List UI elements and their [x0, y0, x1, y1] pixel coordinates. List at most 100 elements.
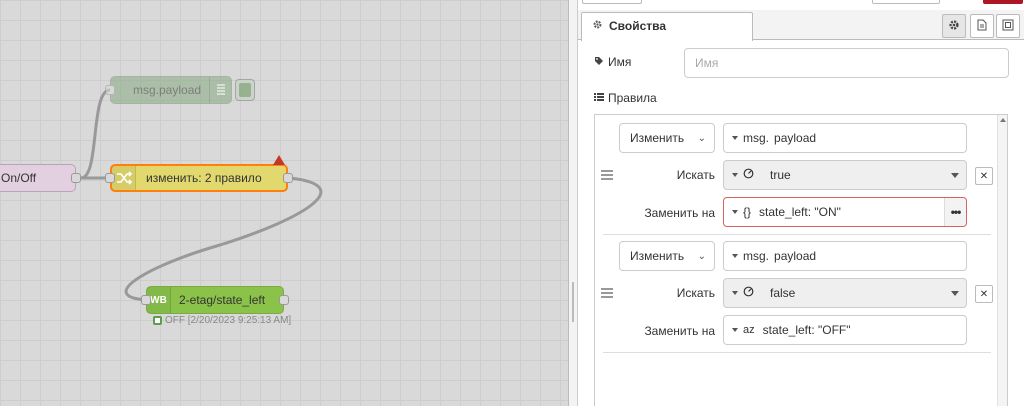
- delete-rule-button[interactable]: ✕: [975, 285, 993, 303]
- replace-label: Заменить на: [644, 324, 715, 338]
- wb-output-port[interactable]: [279, 295, 289, 305]
- splitter-grip[interactable]: [572, 282, 574, 322]
- debug-node-label: msg.payload: [133, 83, 202, 97]
- property-type-select[interactable]: msg.: [724, 242, 771, 270]
- json-icon: {}: [743, 205, 752, 219]
- debug-input-port[interactable]: [105, 85, 115, 95]
- search-value: true: [770, 168, 791, 182]
- chevron-down-icon: ⌄: [697, 250, 706, 262]
- scroll-up-icon: [1000, 118, 1006, 122]
- replace-value: state_left: "ON": [759, 205, 841, 219]
- toggle-icon: [743, 168, 754, 182]
- name-label-text: Имя: [608, 55, 632, 69]
- rule-action-value: Изменить: [630, 249, 685, 263]
- rule-item: Изменить ⌄ msg. payload Искать: [595, 233, 999, 353]
- close-icon: ✕: [979, 170, 989, 182]
- onoff-node[interactable]: On/Off: [0, 164, 81, 192]
- name-label: Имя: [594, 55, 631, 69]
- chevron-down-icon: ⌄: [697, 132, 706, 144]
- shuffle-icon: [112, 166, 136, 190]
- search-value-field[interactable]: false: [723, 278, 967, 308]
- settings-tab-button[interactable]: [942, 14, 966, 38]
- properties-panel: Свойства Имя Имя Правила Изменить ⌄ msg.…: [578, 0, 1024, 406]
- replace-type-select[interactable]: az: [724, 316, 757, 344]
- rules-list: Изменить ⌄ msg. payload Искать true ✕ За…: [594, 114, 1008, 406]
- toggle-icon: [743, 286, 754, 300]
- caret-down-icon: [732, 210, 738, 214]
- debug-node[interactable]: msg.payload: [105, 76, 232, 104]
- rule-action-select[interactable]: Изменить ⌄: [619, 241, 715, 271]
- flow-wires: [80, 88, 323, 302]
- caret-down-icon[interactable]: [944, 161, 966, 189]
- status-ring-icon: [153, 316, 162, 325]
- gear-icon: [948, 19, 960, 34]
- rule-divider: [603, 352, 991, 353]
- search-label: Искать: [676, 286, 715, 300]
- panel-splitter[interactable]: [568, 0, 578, 406]
- done-button[interactable]: [983, 0, 1023, 4]
- replace-value-field[interactable]: {} state_left: "ON" •••: [723, 197, 967, 227]
- tab-properties[interactable]: Свойства: [581, 12, 753, 41]
- cancel-button[interactable]: [872, 0, 940, 4]
- change-input-port[interactable]: [105, 173, 115, 183]
- tab-properties-label: Свойства: [609, 19, 667, 33]
- search-type-select[interactable]: [724, 279, 756, 307]
- file-icon: [977, 19, 987, 34]
- caret-down-icon: [732, 291, 738, 295]
- rule-action-value: Изменить: [630, 131, 685, 145]
- list-icon: [594, 91, 604, 105]
- wb-node[interactable]: WB 2-etag/state_left: [141, 286, 289, 314]
- replace-label: Заменить на: [644, 206, 715, 220]
- search-label: Искать: [676, 168, 715, 182]
- gear-icon: [592, 19, 603, 41]
- description-tab-button[interactable]: [970, 14, 994, 38]
- replace-type-select[interactable]: {}: [724, 198, 753, 226]
- wire-onoff-debug: [80, 88, 111, 180]
- flow-canvas[interactable]: On/Off msg.payload изменить: 2 правило W…: [0, 0, 568, 406]
- caret-down-icon: [732, 254, 738, 258]
- debug-toggle-button[interactable]: [235, 79, 255, 101]
- frame-icon: [1002, 19, 1014, 34]
- replace-value: state_left: "OFF": [762, 323, 851, 337]
- onoff-output-port[interactable]: [71, 173, 81, 183]
- property-prefix: msg.: [743, 249, 770, 263]
- change-output-port[interactable]: [283, 173, 293, 183]
- string-type-icon: az: [743, 324, 755, 336]
- tray-toolbar: [578, 0, 1024, 5]
- delete-button[interactable]: [582, 0, 642, 4]
- name-input[interactable]: Имя: [684, 48, 1009, 78]
- appearance-tab-button[interactable]: [996, 14, 1020, 38]
- close-icon: ✕: [979, 288, 989, 300]
- list-icon: [209, 77, 231, 103]
- caret-down-icon: [732, 173, 738, 177]
- rule-property-field[interactable]: msg. payload: [723, 123, 967, 153]
- search-value-field[interactable]: true: [723, 160, 967, 190]
- rule-item: Изменить ⌄ msg. payload Искать: [595, 115, 999, 235]
- expand-editor-button[interactable]: •••: [944, 198, 966, 226]
- property-value: payload: [774, 249, 817, 263]
- property-value: payload: [774, 131, 817, 145]
- drag-handle-icon[interactable]: [601, 170, 613, 180]
- wb-node-status: OFF [2/20/2023 9:25:13 AM]: [153, 315, 291, 326]
- rules-label: Правила: [594, 91, 657, 105]
- tab-bar: Свойства: [578, 10, 1024, 41]
- search-value: false: [770, 286, 796, 300]
- drag-handle-icon[interactable]: [601, 288, 613, 298]
- change-node-label: изменить: 2 правило: [146, 171, 262, 185]
- wb-input-port[interactable]: [141, 295, 151, 305]
- caret-down-icon[interactable]: [944, 279, 966, 307]
- wire-change-wb: [124, 176, 323, 302]
- replace-value-field[interactable]: az state_left: "OFF": [723, 315, 967, 345]
- rule-property-field[interactable]: msg. payload: [723, 241, 967, 271]
- change-node[interactable]: изменить: 2 правило: [105, 164, 293, 192]
- warning-icon: [273, 155, 285, 165]
- rule-action-select[interactable]: Изменить ⌄: [619, 123, 715, 153]
- wb-node-label: 2-etag/state_left: [179, 293, 266, 307]
- property-prefix: msg.: [743, 131, 770, 145]
- caret-down-icon: [732, 328, 738, 332]
- caret-down-icon: [732, 136, 738, 140]
- property-type-select[interactable]: msg.: [724, 124, 771, 152]
- search-type-select[interactable]: [724, 161, 756, 189]
- wb-status-text: OFF [2/20/2023 9:25:13 AM]: [165, 315, 292, 326]
- delete-rule-button[interactable]: ✕: [975, 167, 993, 185]
